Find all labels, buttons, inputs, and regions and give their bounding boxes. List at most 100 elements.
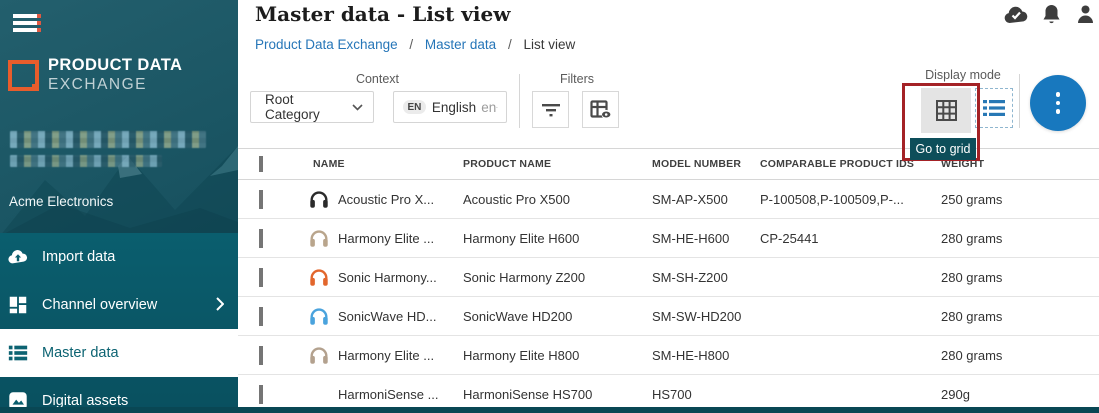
cloud-sync-icon[interactable]	[1003, 6, 1030, 24]
cell-weight: 280 grams	[941, 270, 1099, 285]
cell-name: Acoustic Pro X...	[338, 192, 434, 207]
display-mode-label: Display mode	[915, 68, 1011, 82]
headphones-product-image	[308, 227, 330, 249]
redacted-user-role	[10, 155, 162, 167]
cell-model-number: SM-SH-Z200	[652, 270, 760, 285]
grid-icon	[935, 99, 958, 122]
sidebar-item-label: Import data	[42, 249, 115, 265]
headphones-product-image	[308, 344, 330, 366]
list-view-button[interactable]	[975, 88, 1013, 128]
language-badge: EN	[403, 100, 426, 114]
row-checkbox[interactable]	[259, 307, 263, 326]
cell-name: Harmony Elite ...	[338, 231, 434, 246]
cell-comparable-product-ids: P-100508,P-100509,P-...	[760, 192, 941, 207]
cell-weight: 280 grams	[941, 231, 1099, 246]
cell-model-number: HS700	[652, 387, 760, 402]
cell-product-name: Sonic Harmony Z200	[463, 270, 652, 285]
breadcrumb: Product Data Exchange / Master data / Li…	[255, 37, 575, 52]
cell-product-name: Harmony Elite H800	[463, 348, 652, 363]
table-body: Acoustic Pro X... Acoustic Pro X500 SM-A…	[238, 180, 1099, 413]
cell-product-name: Acoustic Pro X500	[463, 192, 652, 207]
breadcrumb-link-product-data-exchange[interactable]: Product Data Exchange	[255, 37, 398, 52]
context-label: Context	[248, 72, 507, 86]
column-header-model-number[interactable]: MODEL NUMBER	[652, 158, 760, 170]
kebab-dot	[1056, 109, 1061, 114]
more-actions-button[interactable]	[1030, 75, 1086, 131]
bottom-scrollbar[interactable]	[0, 407, 1099, 413]
breadcrumb-current: List view	[523, 37, 575, 52]
select-all-checkbox[interactable]	[259, 156, 263, 172]
column-header-name[interactable]: NAME	[308, 158, 463, 170]
chevron-right-icon	[216, 297, 224, 311]
headphones-product-image	[308, 188, 330, 210]
table-eye-icon	[590, 100, 612, 119]
cloud-upload-icon	[7, 246, 29, 268]
category-dropdown-value: Root Category	[265, 92, 352, 122]
cell-product-name: SonicWave HD200	[463, 309, 652, 324]
chevron-down-icon	[496, 104, 498, 111]
app-window: PRODUCT DATA EXCHANGE Acme Electronics I…	[0, 0, 1099, 413]
table-row[interactable]: Harmony Elite ... Harmony Elite H600 SM-…	[238, 219, 1099, 258]
cell-model-number: SM-AP-X500	[652, 192, 760, 207]
toolbar-divider	[1019, 74, 1020, 128]
table-row[interactable]: Acoustic Pro X... Acoustic Pro X500 SM-A…	[238, 180, 1099, 219]
row-checkbox[interactable]	[259, 190, 263, 209]
cell-model-number: SM-SW-HD200	[652, 309, 760, 324]
column-header-product-name[interactable]: PRODUCT NAME	[463, 158, 652, 170]
list-view-icon	[982, 98, 1006, 118]
column-visibility-button[interactable]	[582, 91, 619, 128]
grid-view-button[interactable]	[921, 88, 971, 133]
redacted-user-name	[10, 131, 206, 148]
sidebar-item-label: Channel overview	[42, 297, 157, 313]
filter-icon	[541, 103, 561, 117]
row-checkbox[interactable]	[259, 385, 263, 404]
language-code: en	[481, 100, 496, 115]
sidebar-item-import-data[interactable]: Import data	[0, 233, 238, 281]
dashboard-icon	[7, 294, 29, 316]
headphones-product-image	[308, 266, 330, 288]
filters-label: Filters	[532, 72, 622, 86]
cell-name: HarmoniSense ...	[338, 387, 438, 402]
sidebar-item-master-data[interactable]: Master data	[0, 329, 238, 377]
hamburger-menu-icon[interactable]	[13, 14, 41, 33]
sidebar-item-channel-overview[interactable]: Channel overview	[0, 281, 238, 329]
breadcrumb-separator: /	[409, 37, 413, 52]
row-checkbox[interactable]	[259, 346, 263, 365]
cell-name: Sonic Harmony...	[338, 270, 437, 285]
table-row[interactable]: Sonic Harmony... Sonic Harmony Z200 SM-S…	[238, 258, 1099, 297]
table-row[interactable]: Harmony Elite ... Harmony Elite H800 SM-…	[238, 336, 1099, 375]
breadcrumb-link-master-data[interactable]: Master data	[425, 37, 496, 52]
headphones-product-image	[308, 305, 330, 327]
kebab-dot	[1056, 92, 1061, 97]
go-to-grid-tooltip: Go to grid	[910, 138, 976, 160]
language-dropdown[interactable]: EN English en	[393, 91, 507, 123]
cell-weight: 250 grams	[941, 192, 1099, 207]
chevron-down-icon	[352, 104, 363, 111]
product-table: NAME PRODUCT NAME MODEL NUMBER COMPARABL…	[238, 148, 1099, 413]
toolbar-divider	[519, 74, 520, 128]
page-title: Master data - List view	[255, 2, 510, 26]
cell-name: Harmony Elite ...	[338, 348, 434, 363]
notifications-icon[interactable]	[1041, 3, 1062, 26]
row-checkbox[interactable]	[259, 229, 263, 248]
kebab-dot	[1056, 101, 1061, 106]
cell-model-number: SM-HE-H600	[652, 231, 760, 246]
user-icon[interactable]	[1076, 4, 1095, 24]
cell-weight: 280 grams	[941, 309, 1099, 324]
cell-product-name: Harmony Elite H600	[463, 231, 652, 246]
cell-weight: 290g	[941, 387, 1099, 402]
table-row[interactable]: SonicWave HD... SonicWave HD200 SM-SW-HD…	[238, 297, 1099, 336]
app-logo: PRODUCT DATA EXCHANGE	[8, 56, 182, 94]
list-icon	[7, 342, 29, 364]
category-dropdown[interactable]: Root Category	[250, 91, 374, 123]
breadcrumb-separator: /	[508, 37, 512, 52]
logo-line1: PRODUCT DATA	[48, 56, 182, 75]
cell-name: SonicWave HD...	[338, 309, 437, 324]
sidebar-menu: Import data Channel overview	[0, 233, 238, 413]
row-checkbox[interactable]	[259, 268, 263, 287]
cell-product-name: HarmoniSense HS700	[463, 387, 652, 402]
filter-button[interactable]	[532, 91, 569, 128]
company-name: Acme Electronics	[9, 194, 113, 209]
sidebar-item-label: Master data	[42, 345, 119, 361]
language-dropdown-value: English	[432, 100, 476, 115]
